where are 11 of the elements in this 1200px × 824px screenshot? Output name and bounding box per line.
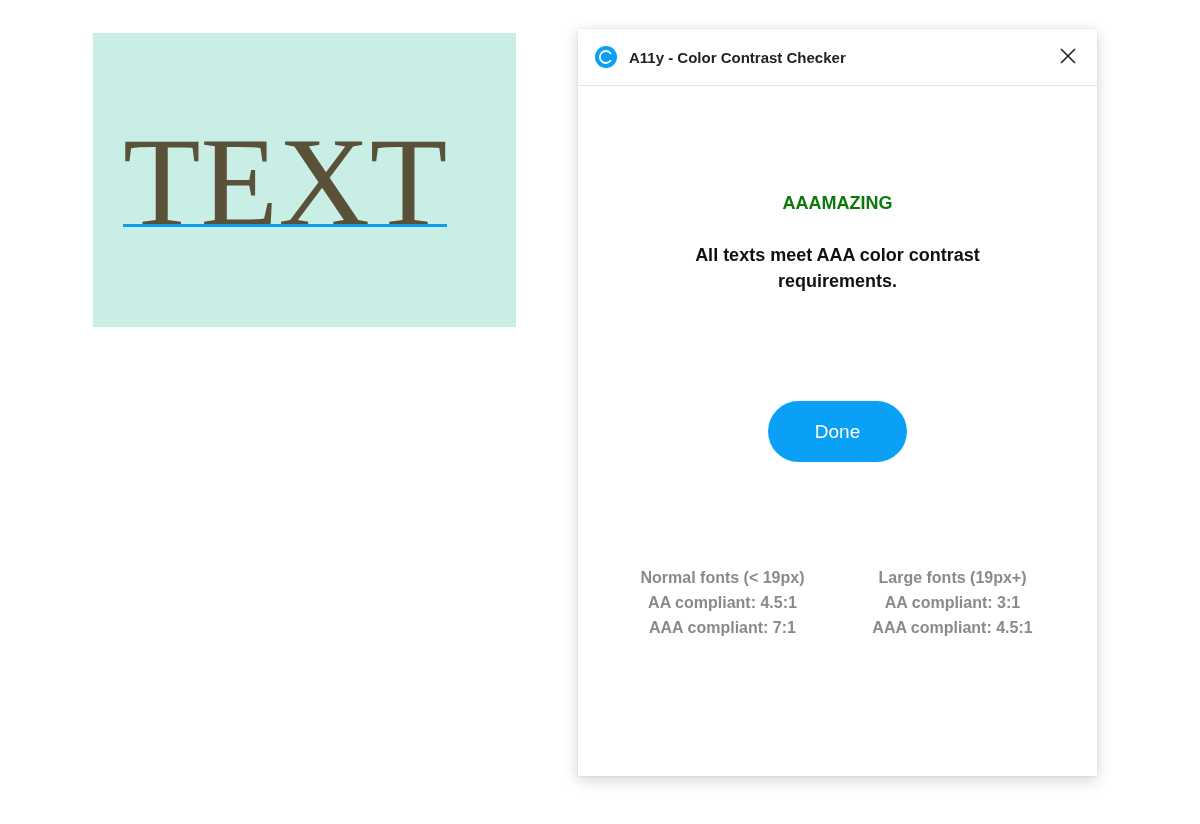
canvas-text[interactable]: TEXT — [123, 119, 448, 224]
plugin-logo-icon — [595, 46, 617, 68]
guideline-heading: Large fonts (19px+) — [878, 568, 1027, 588]
result-heading: AAAMAZING — [782, 193, 893, 214]
guideline-text: AA compliant: 4.5:1 — [648, 593, 797, 613]
guideline-text: AAA compliant: 7:1 — [649, 618, 796, 638]
window-title: A11y - Color Contrast Checker — [629, 48, 847, 66]
guideline-text: AAA compliant: 4.5:1 — [872, 618, 1033, 638]
result-message: All texts meet AAA color contrast requirements. — [694, 244, 981, 293]
guideline-heading: Normal fonts (< 19px) — [640, 568, 805, 588]
guideline-text: AA compliant: 3:1 — [884, 593, 1021, 613]
